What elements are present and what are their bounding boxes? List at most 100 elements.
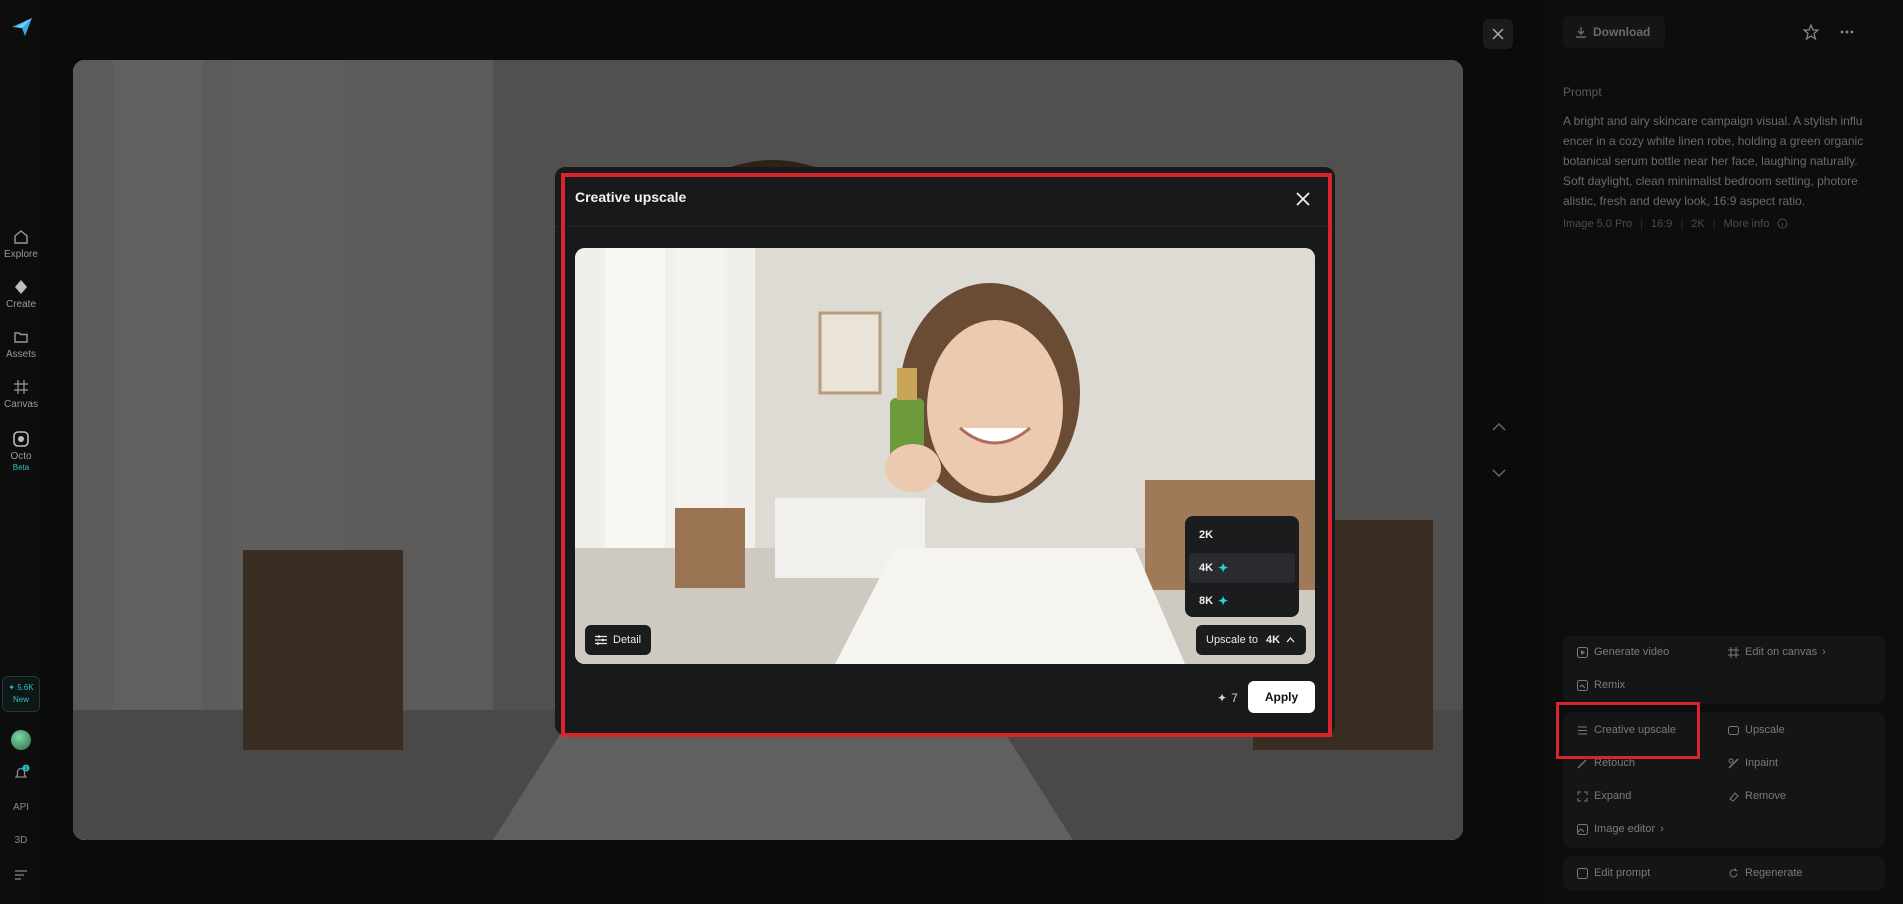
remix-icon [1577, 679, 1588, 691]
sliders-icon [595, 635, 607, 645]
inpaint-button[interactable]: Inpaint [1728, 757, 1778, 769]
premium-icon: ✦ [1218, 594, 1229, 608]
edit-icon [1577, 867, 1588, 879]
download-button[interactable]: Download [1563, 16, 1665, 48]
upscale-value: 4K [1265, 634, 1281, 646]
edit-on-canvas-button[interactable]: Edit on canvas › [1728, 646, 1826, 658]
notification-count: 1 [25, 766, 28, 772]
action-group-prompt: Edit prompt Regenerate [1563, 856, 1885, 890]
remix-button[interactable]: Remix [1577, 679, 1625, 691]
action-label: Generate video [1594, 646, 1670, 658]
app-logo-icon[interactable] [10, 15, 34, 39]
detail-label: Detail [613, 634, 642, 646]
credits-badge[interactable]: ✦ 5.6K New [2, 676, 40, 712]
canvas-icon [14, 380, 28, 394]
modal-title: Creative upscale [575, 189, 687, 205]
next-image-button[interactable] [1488, 462, 1510, 484]
brush-icon [1577, 759, 1587, 768]
sidebar-item-assets[interactable]: Assets [0, 328, 42, 360]
model-name: Image 5.0 Pro [1563, 218, 1633, 230]
prompt-text: A bright and airy skincare campaign visu… [1563, 111, 1883, 211]
upscale-button[interactable]: Upscale [1728, 724, 1785, 736]
option-8k[interactable]: 8K ✦ [1189, 586, 1295, 616]
upscale-prefix: Upscale to [1206, 634, 1258, 646]
premium-icon: ✦ [1218, 561, 1229, 575]
star-icon[interactable] [1803, 24, 1819, 40]
avatar[interactable] [11, 730, 31, 750]
download-label: Download [1593, 25, 1651, 39]
option-label: 2K [1199, 529, 1214, 541]
sidebar-item-canvas[interactable]: Canvas [0, 378, 42, 410]
action-label: Regenerate [1745, 867, 1803, 879]
info-icon [1777, 218, 1788, 229]
beta-badge: Beta [12, 463, 30, 472]
upscale-select[interactable]: Upscale to 4K [1196, 625, 1306, 655]
app-root: Explore Create Assets Canvas Octo Beta ✦… [0, 0, 1903, 904]
prompt-line: botanical serum bottle near her face, la… [1563, 154, 1858, 168]
refresh-icon [1729, 868, 1738, 877]
action-label: Inpaint [1745, 757, 1779, 769]
video-icon [1577, 646, 1588, 658]
prompt-line: Soft daylight, clean minimalist bedroom … [1563, 174, 1858, 188]
creative-upscale-modal: Creative upscale Detail 2K 4K ✦ 8K ✦ Ups… [555, 167, 1335, 735]
chevron-up-icon [1492, 423, 1506, 431]
sidebar-item-octo[interactable]: Octo Beta [0, 430, 42, 472]
sidebar-item-create[interactable]: Create [0, 278, 42, 310]
remove-button[interactable]: Remove [1728, 790, 1786, 802]
detail-button[interactable]: Detail [585, 625, 652, 655]
3d-link[interactable]: 3D [0, 835, 42, 846]
credits-value: 5.6K [17, 683, 34, 692]
left-sidebar: Explore Create Assets Canvas Octo Beta ✦… [0, 0, 42, 904]
hd-icon [1728, 725, 1739, 735]
edit-prompt-button[interactable]: Edit prompt [1577, 867, 1650, 879]
cost-value: 7 [1231, 691, 1238, 705]
sidebar-item-label: Canvas [4, 399, 38, 410]
option-4k[interactable]: 4K ✦ [1189, 553, 1295, 583]
sidebar-item-label: Assets [5, 349, 36, 360]
previous-image-button[interactable] [1488, 416, 1510, 438]
sidebar-item-explore[interactable]: Explore [0, 228, 42, 260]
close-icon[interactable] [1295, 191, 1311, 207]
apply-button[interactable]: Apply [1248, 681, 1315, 713]
chevron-up-icon [1286, 637, 1295, 643]
image-icon [1577, 823, 1588, 835]
chevron-down-icon [1492, 469, 1506, 477]
api-link[interactable]: API [0, 802, 42, 813]
option-label: 8K [1199, 595, 1214, 607]
action-label: Remove [1745, 790, 1786, 802]
action-group-generate: Generate video Edit on canvas › Remix [1563, 636, 1885, 704]
credit-icon: ✦ [1217, 691, 1228, 705]
resolution-dropdown: 2K 4K ✦ 8K ✦ [1185, 516, 1299, 617]
action-label: Edit on canvas [1745, 646, 1818, 658]
action-label: Expand [1594, 790, 1632, 802]
generate-video-button[interactable]: Generate video [1577, 646, 1669, 658]
expand-button[interactable]: Expand [1577, 790, 1631, 802]
sidebar-item-label: Octo [10, 451, 32, 462]
right-panel: Download Prompt A bright and airy skinca… [1545, 0, 1903, 904]
bell-icon[interactable]: 1 [12, 764, 30, 782]
modal-divider [555, 226, 1335, 227]
image-meta: Image 5.0 Pro | 16:9 | 2K | More info [1563, 218, 1788, 230]
download-icon [1576, 27, 1586, 38]
more-options-icon[interactable] [1839, 24, 1855, 40]
preview-image: Detail 2K 4K ✦ 8K ✦ Upscale to 4K [575, 248, 1315, 664]
home-icon [14, 230, 28, 244]
more-info-link[interactable]: More info [1724, 218, 1770, 230]
option-label: 4K [1199, 562, 1214, 574]
folder-icon [14, 332, 28, 343]
sidebar-item-label: Create [5, 299, 36, 310]
option-2k[interactable]: 2K [1189, 520, 1295, 550]
sidebar-item-label: Explore [4, 249, 38, 260]
regenerate-button[interactable]: Regenerate [1728, 867, 1803, 879]
action-label: Upscale [1745, 724, 1785, 736]
image-editor-button[interactable]: Image editor › [1577, 823, 1664, 835]
octo-icon [13, 431, 29, 447]
close-viewer-button[interactable] [1483, 19, 1513, 49]
prompt-line: alistic, fresh and dewy look, 16:9 aspec… [1563, 194, 1806, 208]
aspect-ratio: 16:9 [1650, 218, 1673, 230]
canvas-icon [1728, 646, 1739, 658]
chevron-right-icon: › [1660, 823, 1664, 835]
menu-icon[interactable] [14, 869, 28, 881]
prompt-line: encer in a cozy white linen robe, holdin… [1563, 134, 1864, 148]
resolution: 2K [1691, 218, 1705, 230]
